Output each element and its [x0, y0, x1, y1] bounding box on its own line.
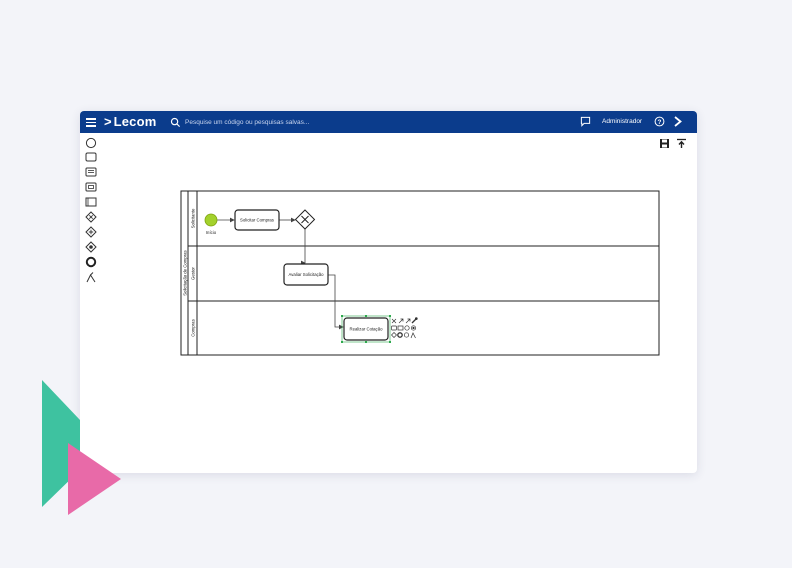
append-end-event-icon[interactable]	[397, 332, 403, 338]
wrench-icon[interactable]	[411, 317, 418, 324]
append-subprocess-icon[interactable]	[397, 325, 404, 331]
app-window: > Lecom Administrador ?	[80, 111, 697, 473]
task-realizar-cotacao[interactable]: Realizar Cotação	[341, 315, 391, 343]
append-gateway-icon[interactable]	[404, 325, 410, 331]
append-connector-icon[interactable]	[410, 332, 416, 339]
task-solicitar-compras[interactable]: Solicitar Compras	[234, 209, 280, 231]
diagram-canvas[interactable]: Solicitação de Compras Solicitante Gesto…	[80, 111, 697, 473]
task-label: Realizar Cotação	[350, 327, 384, 332]
append-inclusive-icon[interactable]	[410, 325, 417, 331]
append-arrow-icon[interactable]	[405, 318, 411, 324]
context-pad[interactable]	[391, 317, 418, 339]
task-label: Solicitar Compras	[240, 218, 274, 223]
teal-triangle-shape	[42, 380, 80, 507]
exclusive-gateway[interactable]	[294, 209, 316, 230]
lane-label-gestor: Gestor	[191, 266, 196, 279]
append-task-icon[interactable]	[391, 325, 397, 331]
lane-label-solicitante: Solicitante	[191, 208, 196, 228]
append-intermediate-icon[interactable]	[403, 332, 410, 338]
start-event[interactable]: Início	[204, 213, 218, 235]
delete-icon[interactable]	[391, 318, 397, 324]
lane-label-compras: Compras	[191, 319, 196, 336]
start-event-label: Início	[206, 230, 217, 235]
task-avaliar-solicitacao[interactable]: Avaliar Solicitação	[283, 263, 329, 286]
connect-arrow-icon[interactable]	[398, 318, 404, 324]
pool-label: Solicitação de Compras	[183, 250, 188, 295]
task-label: Avaliar Solicitação	[288, 272, 324, 277]
append-xor-icon[interactable]	[391, 332, 397, 338]
